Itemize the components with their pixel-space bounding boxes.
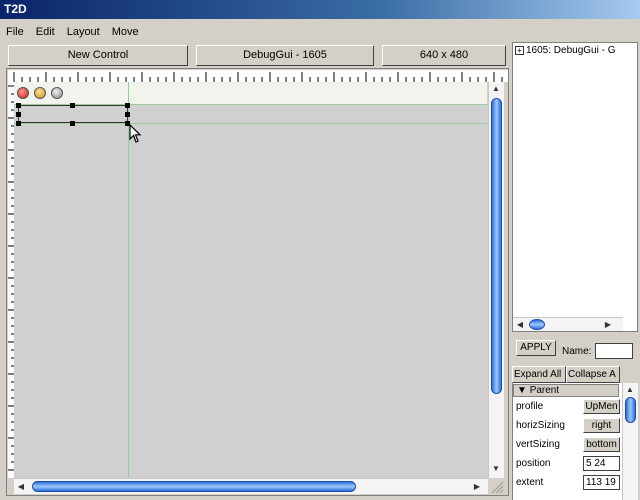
scroll-right-arrow-icon[interactable]: ▶ (603, 320, 613, 330)
collapse-all-button[interactable]: Collapse A (566, 366, 620, 383)
scroll-thumb[interactable] (491, 98, 502, 394)
apply-button[interactable]: APPLY (516, 340, 556, 356)
scroll-thumb[interactable] (625, 397, 636, 423)
menu-edit[interactable]: Edit (30, 26, 61, 38)
horizontal-ruler (8, 70, 508, 82)
scroll-right-arrow-icon[interactable]: ▶ (472, 482, 482, 492)
resize-handle[interactable] (16, 112, 21, 117)
scroll-down-arrow-icon[interactable]: ▼ (491, 464, 501, 474)
expand-icon[interactable]: + (515, 45, 524, 55)
menu-layout[interactable]: Layout (61, 26, 106, 38)
resize-handle[interactable] (70, 103, 75, 108)
profile-dropdown[interactable]: UpMen (583, 399, 620, 414)
name-field[interactable] (595, 343, 633, 359)
name-label: Name: (562, 346, 592, 357)
resize-handle[interactable] (125, 112, 130, 117)
window-title-bar: T2D (0, 0, 640, 19)
window-title: T2D (4, 2, 27, 16)
tree-horizontal-scrollbar[interactable]: ◀ ▶ (513, 317, 623, 331)
gui-selector[interactable]: DebugGui - 1605 (196, 45, 374, 66)
field-label-position: position (516, 458, 551, 469)
resolution-selector[interactable]: 640 x 480 (382, 45, 506, 66)
expand-all-button[interactable]: Expand All (512, 366, 566, 383)
gui-canvas[interactable] (14, 82, 487, 478)
new-control-button[interactable]: New Control (8, 45, 188, 66)
resize-grip-icon (490, 480, 504, 494)
guide-line-horizontal (14, 123, 487, 124)
inspector-vertical-scrollbar[interactable]: ▲ (622, 383, 638, 500)
canvas-top-strip (14, 82, 487, 104)
scroll-thumb[interactable] (529, 319, 545, 330)
mouse-cursor-icon (129, 123, 143, 147)
inspector-group-parent[interactable]: ▼ Parent (513, 384, 619, 397)
menu-move[interactable]: Move (106, 26, 145, 38)
tree-item-label: 1605: DebugGui - G (526, 45, 616, 56)
extent-field[interactable]: 113 19 (583, 475, 620, 490)
menu-bar: File Edit Layout Move (0, 22, 640, 42)
field-label-profile: profile (516, 401, 544, 412)
scroll-left-arrow-icon[interactable]: ◀ (16, 482, 26, 492)
field-label-extent: extent (516, 477, 544, 488)
horizsizing-dropdown[interactable]: right (583, 418, 620, 433)
field-label-vertsizing: vertSizing (516, 439, 560, 450)
position-field[interactable]: 5 24 (583, 456, 620, 471)
property-inspector: ▼ Parent profile UpMen horizSizing right… (512, 383, 638, 500)
scroll-up-arrow-icon[interactable]: ▲ (625, 385, 635, 395)
inspector-group-label: Parent (529, 385, 560, 396)
canvas-vertical-scrollbar[interactable]: ▲ ▼ (488, 82, 504, 478)
resize-handle[interactable] (16, 121, 21, 126)
resize-handle[interactable] (16, 103, 21, 108)
resize-handle[interactable] (125, 103, 130, 108)
vertsizing-dropdown[interactable]: bottom (583, 437, 620, 452)
tree-item-root[interactable]: +1605: DebugGui - G (515, 45, 616, 56)
apply-row: APPLY Name: (512, 338, 638, 364)
collapse-arrow-icon: ▼ (517, 385, 527, 396)
close-icon[interactable] (17, 87, 29, 99)
scroll-thumb[interactable] (32, 481, 356, 492)
canvas-horizontal-scrollbar[interactable]: ◀ ▶ (14, 478, 488, 494)
field-label-horizsizing: horizSizing (516, 420, 565, 431)
scroll-left-arrow-icon[interactable]: ◀ (515, 320, 525, 330)
maximize-icon[interactable] (51, 87, 63, 99)
menu-file[interactable]: File (0, 26, 30, 38)
scroll-up-arrow-icon[interactable]: ▲ (491, 84, 501, 94)
control-tree[interactable]: +1605: DebugGui - G ◀ ▶ (512, 42, 638, 332)
minimize-icon[interactable] (34, 87, 46, 99)
resize-handle[interactable] (70, 121, 75, 126)
